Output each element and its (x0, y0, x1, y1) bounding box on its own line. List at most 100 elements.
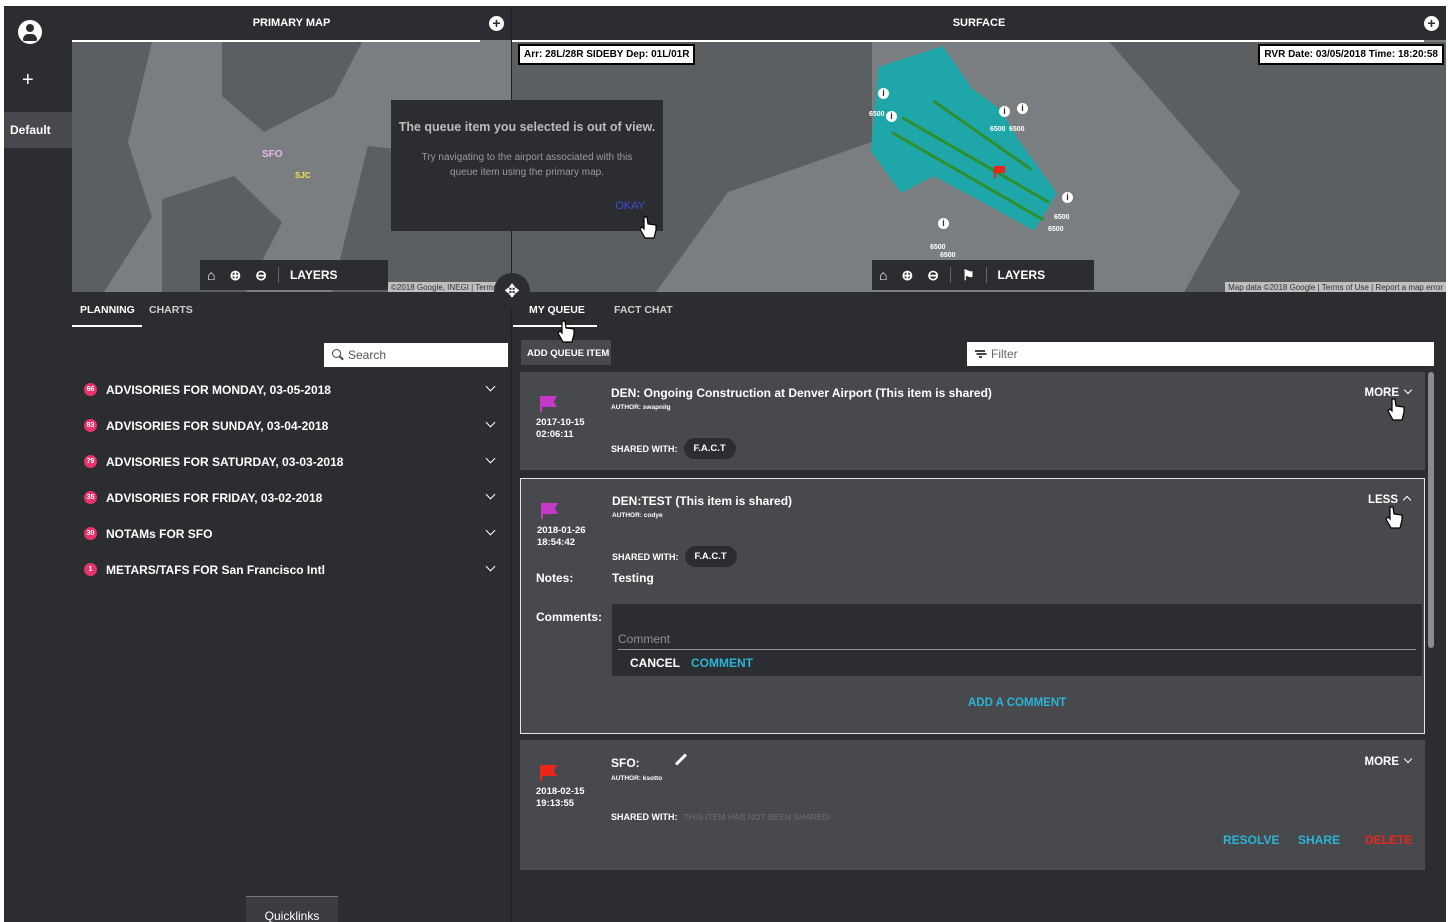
out-of-view-dialog: The queue item you selected is out of vi… (391, 100, 663, 231)
resolve-button[interactable]: RESOLVE (1223, 833, 1279, 847)
flag-icon[interactable]: ⚑ (955, 267, 982, 284)
title-underline (72, 40, 480, 42)
share-button[interactable]: SHARE (1298, 833, 1340, 847)
chevron-down-icon[interactable] (485, 453, 496, 464)
surface-map-toolbar: ⌂ ⊕ ⊖ ⚑ LAYERS (872, 260, 1094, 290)
queue-item-shared: SHARED WITH: F.A.C.T (612, 546, 737, 567)
rvr-value: 6500 (940, 252, 956, 259)
dialog-okay-button[interactable]: OKAY (615, 200, 645, 212)
more-toggle-button[interactable]: MORE (1365, 754, 1413, 768)
cancel-button[interactable]: CANCEL (630, 656, 680, 670)
count-badge: 79 (84, 455, 97, 468)
chevron-down-icon[interactable] (485, 381, 496, 392)
advisory-row[interactable]: 30 NOTAMs FOR SFO (84, 525, 500, 546)
toolbar-divider (949, 267, 951, 283)
map-attribution: Map data ©2018 Google | Terms of Use | R… (1225, 282, 1446, 292)
advisory-row[interactable]: 1 METARS/TAFS FOR San Francisco Intl (84, 561, 500, 582)
runway-config-box: Arr: 28L/28R SIDEBY Dep: 01L/01R (518, 44, 696, 65)
advisory-row[interactable]: 35 ADVISORIES FOR FRIDAY, 03-02-2018 (84, 489, 500, 510)
comment-submit-button[interactable]: COMMENT (691, 656, 753, 670)
layers-button[interactable]: LAYERS (991, 268, 1053, 282)
workspace-default-tab[interactable]: Default (4, 112, 72, 148)
home-icon[interactable]: ⌂ (872, 267, 894, 283)
info-icon[interactable]: i (878, 88, 889, 99)
queue-item[interactable]: 2018-02-15 19:13:55 SFO: AUTHOR: ksotto S… (520, 740, 1425, 870)
delete-button[interactable]: DELETE (1365, 833, 1412, 847)
advisory-label: ADVISORIES FOR FRIDAY, 03-02-2018 (106, 491, 323, 505)
move-handle-icon[interactable]: ✥ (494, 273, 530, 309)
chevron-down-icon[interactable] (485, 417, 496, 428)
comment-editor: Comment CANCEL COMMENT (612, 604, 1422, 676)
user-account-icon[interactable] (18, 20, 42, 44)
primary-map-title: PRIMARY MAP (252, 17, 331, 29)
shared-chip[interactable]: F.A.C.T (684, 546, 737, 567)
home-icon[interactable]: ⌂ (200, 267, 222, 283)
tab-underline (513, 325, 597, 327)
primary-map-add-icon[interactable]: + (489, 16, 504, 31)
notes-value: Testing (612, 571, 654, 585)
info-icon[interactable]: i (999, 106, 1010, 117)
rvr-value: 6500 (930, 244, 946, 251)
tab-fact-chat[interactable]: FACT CHAT (614, 304, 673, 316)
edit-pencil-icon[interactable] (674, 753, 688, 766)
advisory-label: ADVISORIES FOR MONDAY, 03-05-2018 (106, 383, 331, 397)
layers-button[interactable]: LAYERS (283, 268, 345, 282)
count-badge: 66 (84, 383, 97, 396)
tab-planning[interactable]: PLANNING (80, 304, 135, 316)
dialog-title: The queue item you selected is out of vi… (398, 120, 656, 134)
advisory-row[interactable]: 66 ADVISORIES FOR MONDAY, 03-05-2018 (84, 381, 500, 402)
queue-item-title: SFO: (611, 756, 640, 770)
advisory-label: ADVISORIES FOR SUNDAY, 03-04-2018 (106, 419, 329, 433)
advisory-row[interactable]: 79 ADVISORIES FOR SATURDAY, 03-03-2018 (84, 453, 500, 474)
tab-my-queue[interactable]: MY QUEUE (529, 304, 585, 316)
zoom-in-icon[interactable]: ⊕ (222, 267, 248, 284)
info-icon[interactable]: i (938, 218, 949, 229)
filter-input[interactable]: Filter (967, 342, 1434, 366)
queue-item-expanded[interactable]: 2018-01-26 18:54:42 DEN:TEST (This item i… (520, 478, 1425, 734)
info-icon[interactable]: i (886, 111, 897, 122)
less-toggle-button[interactable]: LESS (1368, 494, 1412, 506)
queue-item-author: AUTHOR: ksotto (611, 775, 663, 782)
advisory-label: ADVISORIES FOR SATURDAY, 03-03-2018 (106, 455, 344, 469)
map-land (72, 42, 152, 292)
count-badge: 83 (84, 419, 97, 432)
input-underline (618, 649, 1416, 650)
notes-label: Notes: (536, 571, 574, 585)
zoom-out-icon[interactable]: ⊖ (248, 267, 274, 284)
flag-icon (540, 765, 557, 781)
advisory-row[interactable]: 83 ADVISORIES FOR SUNDAY, 03-04-2018 (84, 417, 500, 438)
hand-cursor-icon (556, 320, 576, 346)
add-workspace-button[interactable]: + (22, 70, 34, 90)
hand-cursor-icon (638, 216, 658, 242)
info-icon[interactable]: i (1017, 103, 1028, 114)
surface-map-add-icon[interactable]: + (1424, 16, 1439, 31)
chevron-down-icon[interactable] (485, 561, 496, 572)
hand-cursor-icon (1384, 506, 1404, 532)
search-input[interactable]: Search (324, 343, 508, 367)
chevron-down-icon[interactable] (485, 525, 496, 536)
dialog-body: Try navigating to the airport associated… (421, 152, 633, 178)
zoom-in-icon[interactable]: ⊕ (894, 267, 920, 284)
quicklinks-button[interactable]: Quicklinks (246, 896, 338, 922)
queue-item-author: AUTHOR: swapnilg (611, 404, 671, 411)
chevron-down-icon[interactable] (485, 489, 496, 500)
queue-item[interactable]: 2017-10-15 02:06:11 DEN: Ongoing Construc… (520, 372, 1425, 470)
airport-label-sjc[interactable]: SJC (295, 171, 311, 180)
tab-underline (72, 325, 142, 327)
advisory-label: NOTAMs FOR SFO (106, 527, 213, 541)
shared-chip[interactable]: F.A.C.T (683, 438, 736, 459)
map-land (222, 42, 362, 132)
info-icon[interactable]: i (1062, 192, 1073, 203)
comment-input[interactable]: Comment (618, 632, 670, 646)
queue-scrollbar[interactable] (1428, 372, 1434, 648)
rvr-box: RVR Date: 03/05/2018 Time: 18:20:58 (1258, 44, 1444, 65)
title-underline (512, 40, 1424, 42)
chevron-down-icon (1403, 754, 1413, 764)
tab-charts[interactable]: CHARTS (149, 304, 193, 316)
rvr-value: 6500 (1009, 126, 1025, 133)
flag-marker[interactable] (994, 166, 1005, 178)
primary-map-toolbar: ⌂ ⊕ ⊖ LAYERS (200, 260, 388, 290)
zoom-out-icon[interactable]: ⊖ (920, 267, 946, 284)
airport-label-sfo[interactable]: SFO (262, 149, 283, 160)
add-comment-button[interactable]: ADD A COMMENT (968, 697, 1066, 709)
